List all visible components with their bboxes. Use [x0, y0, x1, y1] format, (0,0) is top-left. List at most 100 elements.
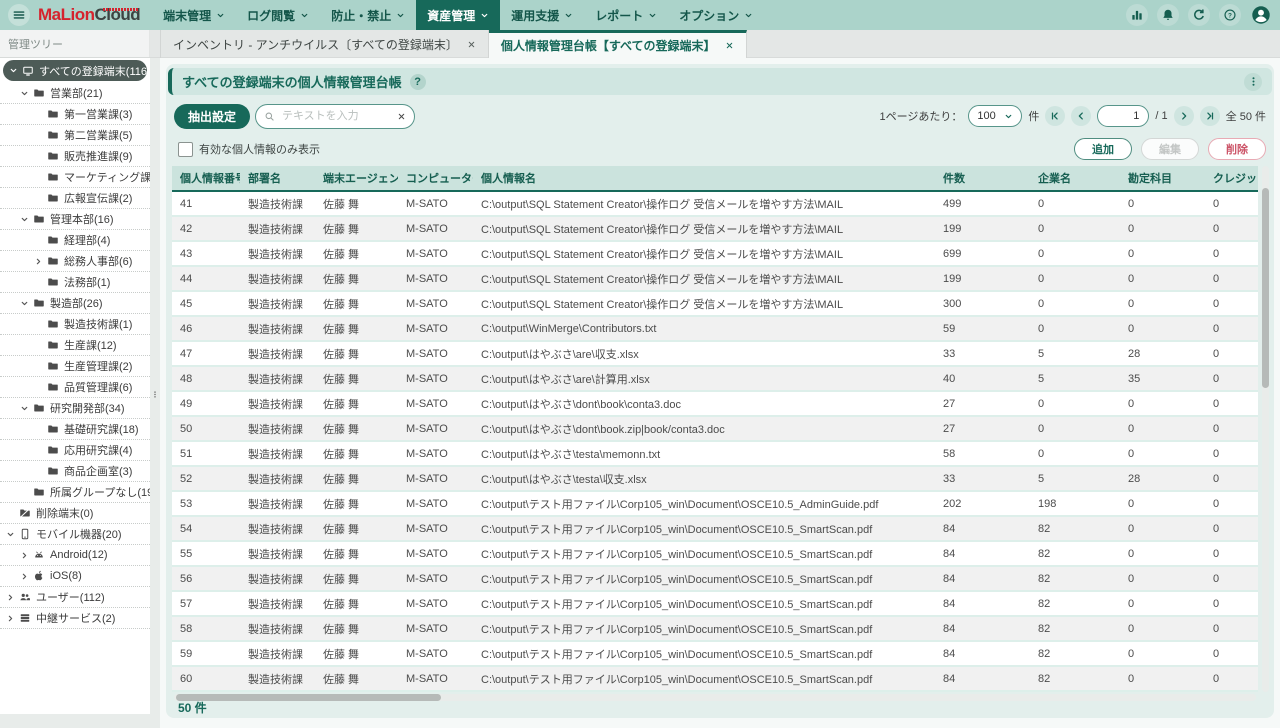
chevron-down-icon[interactable] [9, 66, 18, 75]
table-row[interactable]: 59製造技術課佐藤 舞M-SATOC:\output\テスト用ファイル\Corp… [172, 642, 1258, 667]
last-page-button[interactable] [1200, 106, 1220, 126]
tab-personal-info-ledger[interactable]: 個人情報管理台帳【すべての登録端末】 [489, 30, 747, 58]
tree-item[interactable]: 生産管理課(2) [0, 356, 150, 377]
table-row[interactable]: 41製造技術課佐藤 舞M-SATOC:\output\SQL Statement… [172, 192, 1258, 217]
first-page-button[interactable] [1045, 106, 1065, 126]
nav-item-3[interactable]: 資産管理 [416, 0, 500, 30]
chevron-down-icon[interactable] [6, 530, 15, 539]
table-row[interactable]: 48製造技術課佐藤 舞M-SATOC:\output\はやぶさ\are\計算用.… [172, 367, 1258, 392]
tree-item[interactable]: 広報宣伝課(2) [0, 188, 150, 209]
hamburger-menu-icon[interactable] [8, 4, 30, 26]
page-number-input[interactable] [1097, 105, 1149, 127]
table-row[interactable]: 47製造技術課佐藤 舞M-SATOC:\output\はやぶさ\are\収支.x… [172, 342, 1258, 367]
table-row[interactable]: 44製造技術課佐藤 舞M-SATOC:\output\SQL Statement… [172, 267, 1258, 292]
help-icon[interactable]: ? [1219, 4, 1241, 26]
table-row[interactable]: 42製造技術課佐藤 舞M-SATOC:\output\SQL Statement… [172, 217, 1258, 242]
tree-item[interactable]: 経理部(4) [0, 230, 150, 251]
tree-item[interactable]: 生産課(12) [0, 335, 150, 356]
extract-settings-button[interactable]: 抽出設定 [174, 104, 250, 129]
column-header[interactable]: 端末エージェント名 [315, 166, 398, 190]
nav-item-0[interactable]: 端末管理 [152, 0, 236, 30]
kebab-menu-icon[interactable] [1244, 73, 1262, 91]
tree-item[interactable]: 中継サービス(2) [0, 608, 150, 629]
table-row[interactable]: 57製造技術課佐藤 舞M-SATOC:\output\テスト用ファイル\Corp… [172, 592, 1258, 617]
tree-item[interactable]: マーケティング課(2) [0, 167, 150, 188]
tree-item[interactable]: Android(12) [0, 545, 150, 566]
table-row[interactable]: 60製造技術課佐藤 舞M-SATOC:\output\テスト用ファイル\Corp… [172, 667, 1258, 692]
tab-inventory-antivirus[interactable]: インベントリ - アンチウイルス〔すべての登録端末〕 [160, 30, 489, 58]
table-row[interactable]: 58製造技術課佐藤 舞M-SATOC:\output\テスト用ファイル\Corp… [172, 617, 1258, 642]
close-icon[interactable] [467, 40, 476, 49]
column-header[interactable]: 部署名 [240, 166, 315, 190]
tree-item[interactable]: iOS(8) [0, 566, 150, 587]
tree-item[interactable]: モバイル機器(20) [0, 524, 150, 545]
nav-item-5[interactable]: レポート [584, 0, 668, 30]
horizontal-scrollbar-thumb[interactable] [176, 694, 441, 701]
search-box[interactable] [255, 104, 415, 129]
table-row[interactable]: 45製造技術課佐藤 舞M-SATOC:\output\SQL Statement… [172, 292, 1258, 317]
tree-item[interactable]: 基礎研究課(18) [0, 419, 150, 440]
tree-item[interactable]: すべての登録端末(116) [3, 60, 147, 81]
tree-item[interactable]: 販売推進課(9) [0, 146, 150, 167]
table-row[interactable]: 51製造技術課佐藤 舞M-SATOC:\output\はやぶさ\testa\me… [172, 442, 1258, 467]
table-row[interactable]: 50製造技術課佐藤 舞M-SATOC:\output\はやぶさ\dont\boo… [172, 417, 1258, 442]
column-header[interactable]: 件数 [935, 166, 1030, 190]
table-row[interactable]: 53製造技術課佐藤 舞M-SATOC:\output\テスト用ファイル\Corp… [172, 492, 1258, 517]
chevron-right-icon[interactable] [6, 593, 15, 602]
account-icon[interactable] [1250, 4, 1272, 26]
table-row[interactable]: 49製造技術課佐藤 舞M-SATOC:\output\はやぶさ\dont\boo… [172, 392, 1258, 417]
tree-item[interactable]: 所属グループなし(19) [0, 482, 150, 503]
tree-item[interactable]: 品質管理課(6) [0, 377, 150, 398]
table-row[interactable]: 56製造技術課佐藤 舞M-SATOC:\output\テスト用ファイル\Corp… [172, 567, 1258, 592]
tree-item[interactable]: 第一営業課(3) [0, 104, 150, 125]
tree-item[interactable]: 製造部(26) [0, 293, 150, 314]
chevron-right-icon[interactable] [34, 257, 43, 266]
chevron-down-icon[interactable] [20, 299, 29, 308]
nav-item-6[interactable]: オプション [668, 0, 764, 30]
tree-item[interactable]: 法務部(1) [0, 272, 150, 293]
vertical-scrollbar[interactable] [1262, 166, 1269, 692]
refresh-icon[interactable] [1188, 4, 1210, 26]
tree-item[interactable]: 商品企画室(3) [0, 461, 150, 482]
table-row[interactable]: 54製造技術課佐藤 舞M-SATOC:\output\テスト用ファイル\Corp… [172, 517, 1258, 542]
valid-only-filter[interactable]: 有効な個人情報のみ表示 [178, 141, 320, 157]
nav-item-2[interactable]: 防止・禁止 [320, 0, 416, 30]
tree-item[interactable]: 第二営業課(5) [0, 125, 150, 146]
tree-item[interactable]: 研究開発部(34) [0, 398, 150, 419]
next-page-button[interactable] [1174, 106, 1194, 126]
tree-item[interactable]: 営業部(21) [0, 83, 150, 104]
help-icon[interactable]: ? [410, 74, 426, 90]
checkbox[interactable] [178, 142, 193, 157]
vertical-scrollbar-thumb[interactable] [1262, 188, 1269, 388]
column-header[interactable]: 勘定科目 [1120, 166, 1205, 190]
column-header[interactable]: 個人情報名 [473, 166, 935, 190]
sidebar-resize-handle[interactable] [150, 384, 160, 404]
tree-item[interactable]: 総務人事部(6) [0, 251, 150, 272]
chevron-down-icon[interactable] [20, 89, 29, 98]
nav-item-1[interactable]: ログ閲覧 [236, 0, 320, 30]
bell-icon[interactable] [1157, 4, 1179, 26]
nav-item-4[interactable]: 運用支援 [500, 0, 584, 30]
tree-item[interactable]: 管理本部(16) [0, 209, 150, 230]
add-button[interactable]: 追加 [1074, 138, 1132, 160]
column-header[interactable]: 企業名 [1030, 166, 1120, 190]
chevron-right-icon[interactable] [6, 614, 15, 623]
tree-item[interactable]: 応用研究課(4) [0, 440, 150, 461]
clear-search-icon[interactable] [397, 112, 406, 121]
column-header[interactable]: クレジット [1205, 166, 1258, 190]
chart-icon[interactable] [1126, 4, 1148, 26]
chevron-right-icon[interactable] [20, 572, 29, 581]
tree-item[interactable]: 削除端末(0) [0, 503, 150, 524]
chevron-right-icon[interactable] [20, 551, 29, 560]
table-row[interactable]: 55製造技術課佐藤 舞M-SATOC:\output\テスト用ファイル\Corp… [172, 542, 1258, 567]
prev-page-button[interactable] [1071, 106, 1091, 126]
table-row[interactable]: 52製造技術課佐藤 舞M-SATOC:\output\はやぶさ\testa\収支… [172, 467, 1258, 492]
per-page-select[interactable]: 100 [968, 105, 1022, 127]
delete-button[interactable]: 削除 [1208, 138, 1266, 160]
edit-button[interactable]: 編集 [1141, 138, 1199, 160]
search-input[interactable] [280, 109, 392, 123]
close-icon[interactable] [725, 41, 734, 50]
table-row[interactable]: 46製造技術課佐藤 舞M-SATOC:\output\WinMerge\Cont… [172, 317, 1258, 342]
column-header[interactable]: コンピューター名 [398, 166, 473, 190]
table-row[interactable]: 43製造技術課佐藤 舞M-SATOC:\output\SQL Statement… [172, 242, 1258, 267]
